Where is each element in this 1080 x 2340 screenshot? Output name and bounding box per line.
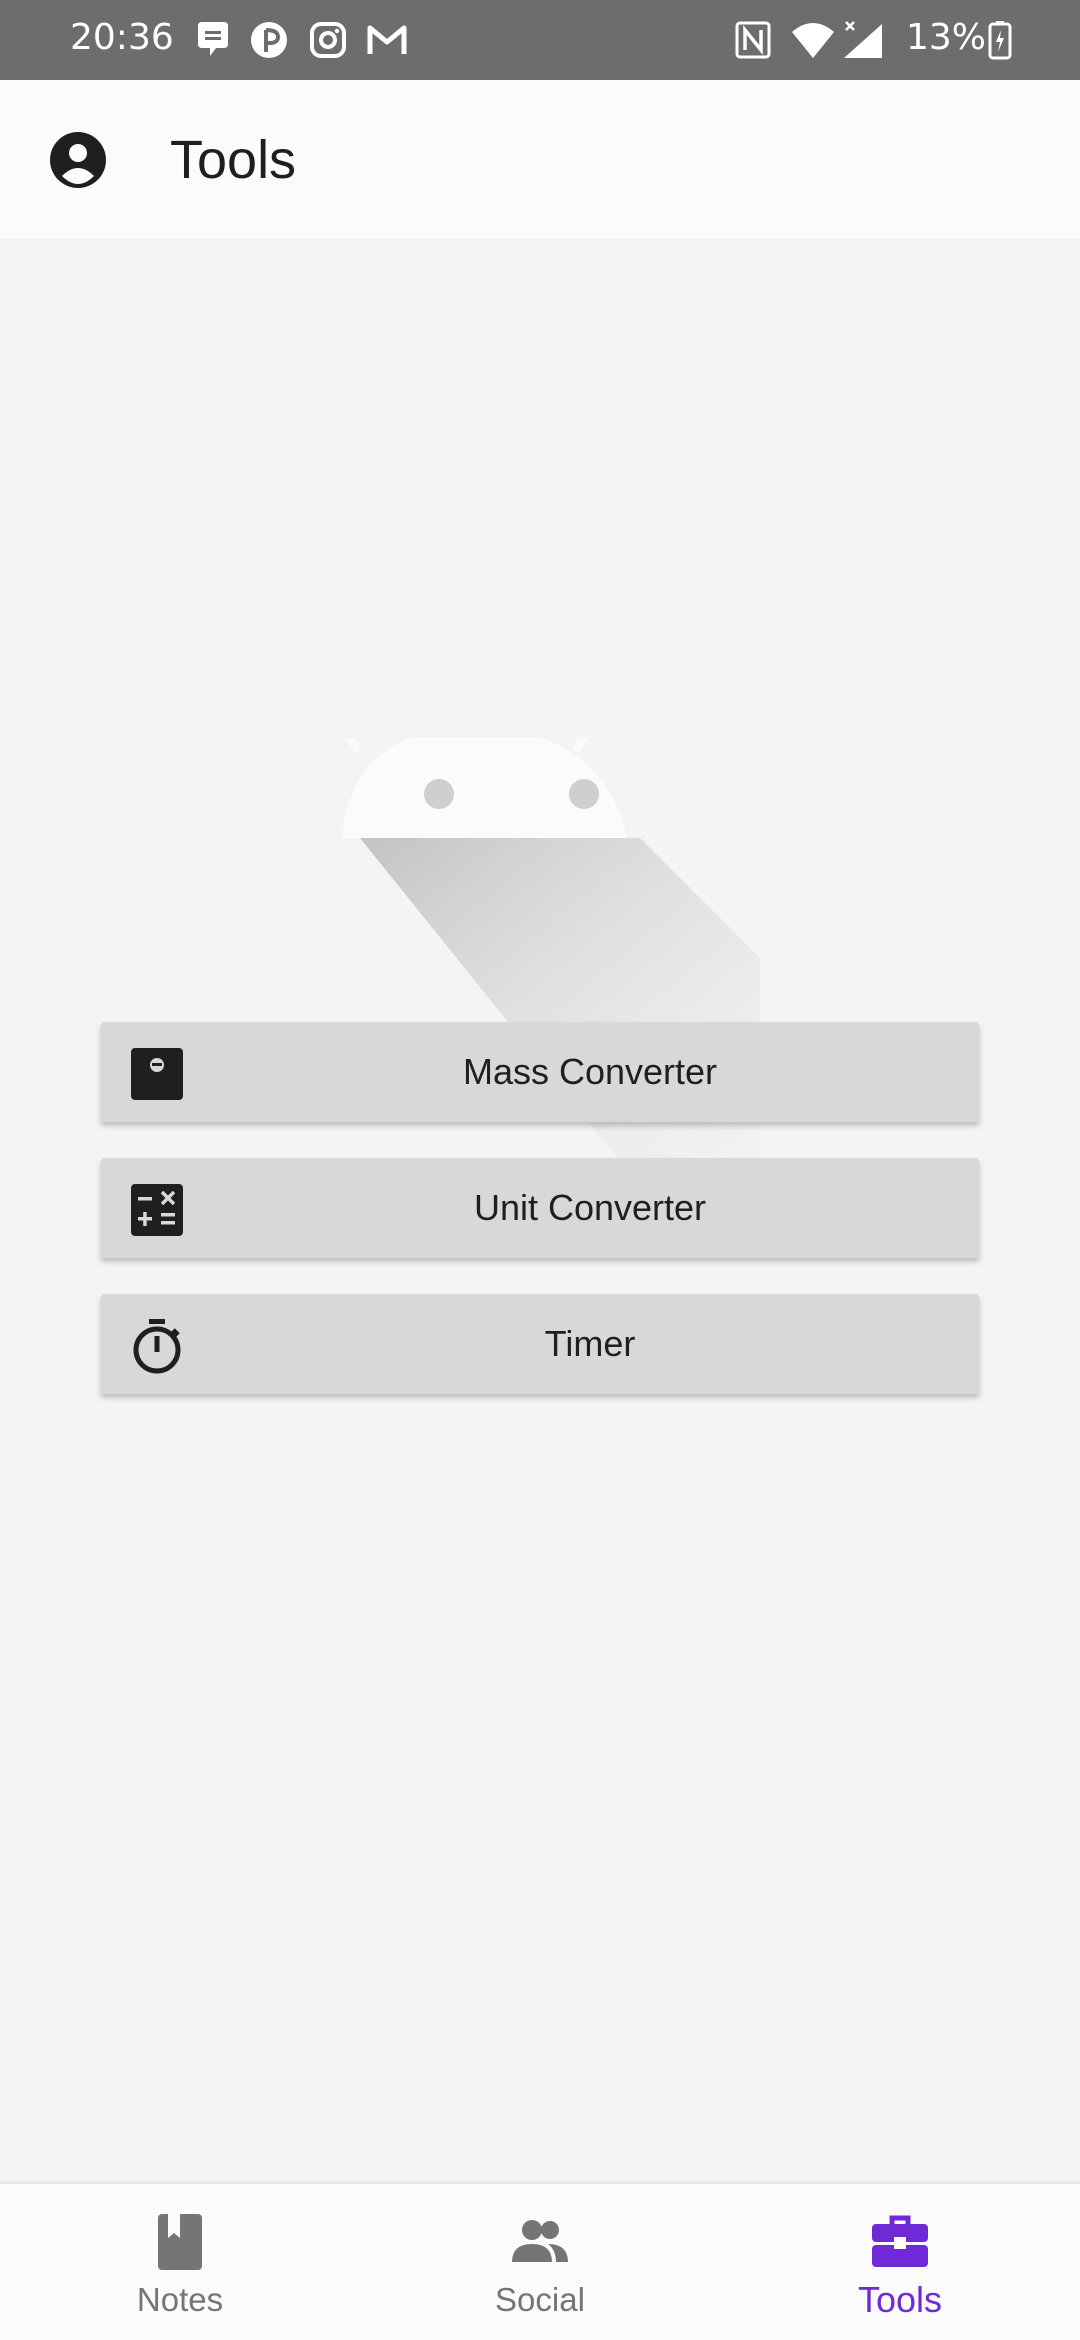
- wifi-icon: [792, 23, 834, 58]
- nav-item-social[interactable]: Social: [360, 2184, 720, 2340]
- notebook-icon: [158, 2214, 202, 2270]
- nav-label: Notes: [136, 2281, 224, 2318]
- bottom-navigation: Notes Social Tools: [0, 2184, 1080, 2340]
- pinterest-icon: [251, 22, 287, 58]
- status-time: 20:36: [70, 17, 174, 58]
- scale-icon: [131, 1048, 183, 1100]
- calculator-icon: [131, 1184, 183, 1236]
- nfc-icon: [735, 21, 771, 59]
- unit-converter-button[interactable]: Unit Converter: [101, 1158, 979, 1258]
- nav-item-tools[interactable]: Tools: [720, 2184, 1080, 2340]
- gmail-icon: [367, 25, 407, 54]
- people-icon: [512, 2220, 568, 2262]
- chat-bubble-icon: [198, 22, 228, 56]
- tool-label: Timer: [544, 1323, 636, 1364]
- timer-button[interactable]: Timer: [101, 1294, 979, 1394]
- toolbox-icon: [872, 2215, 928, 2267]
- tool-label: Unit Converter: [473, 1187, 707, 1228]
- cellular-signal-icon: [844, 21, 882, 58]
- status-bar: 20:36 13%: [0, 0, 1080, 80]
- instagram-icon: [310, 22, 346, 58]
- app-bar: Tools: [0, 80, 1080, 238]
- nav-label: Social: [495, 2281, 585, 2318]
- battery-icon: [988, 21, 1012, 60]
- page-title: Tools: [170, 130, 297, 190]
- battery-percentage: 13%: [906, 17, 987, 58]
- account-circle-icon[interactable]: [48, 130, 108, 190]
- main-content: Mass Converter Unit Converter Timer: [0, 238, 1080, 2184]
- nav-item-notes[interactable]: Notes: [0, 2184, 360, 2340]
- tool-label: Mass Converter: [462, 1051, 718, 1092]
- mass-converter-button[interactable]: Mass Converter: [101, 1022, 979, 1122]
- stopwatch-icon: [133, 1319, 181, 1374]
- nav-label: Tools: [857, 2279, 943, 2320]
